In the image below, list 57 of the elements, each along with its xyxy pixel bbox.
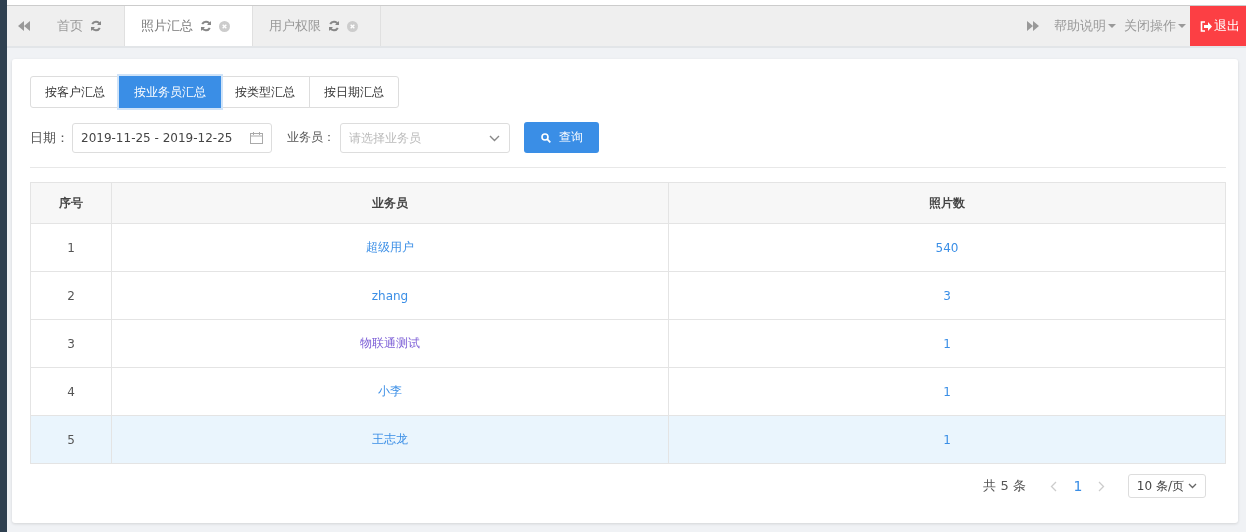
- segment-button[interactable]: 按业务员汇总: [119, 76, 221, 108]
- table-cell[interactable]: 物联通测试: [111, 319, 669, 368]
- dropdown-menu[interactable]: 关闭操作: [1120, 6, 1190, 46]
- refresh-icon[interactable]: [200, 20, 212, 32]
- date-range-field[interactable]: 2019-11-25 - 2019-12-25: [72, 122, 272, 153]
- page-tab[interactable]: 照片汇总: [125, 6, 253, 46]
- field-label: 日期：: [30, 128, 69, 147]
- table-row[interactable]: 2 zhang 3: [30, 271, 1226, 320]
- table-row[interactable]: 4 小李 1: [30, 367, 1226, 416]
- refresh-icon[interactable]: [90, 20, 102, 32]
- dropdown-menu[interactable]: 帮助说明: [1050, 6, 1120, 46]
- segment-button[interactable]: 按客户汇总: [30, 76, 120, 108]
- table-cell[interactable]: 1: [668, 415, 1226, 464]
- chevron-right-icon: [1098, 480, 1106, 492]
- sign-out-icon: [1200, 20, 1212, 32]
- logout-button[interactable]: 退出: [1190, 6, 1246, 46]
- page-number[interactable]: 1: [1065, 478, 1090, 494]
- table-row[interactable]: 5 王志龙 1: [30, 415, 1226, 464]
- chevron-down-icon: [489, 134, 500, 142]
- table-cell[interactable]: 小李: [111, 367, 669, 416]
- chevron-left-icon: [1050, 480, 1058, 492]
- table-cell: 2: [30, 271, 112, 320]
- table-cell[interactable]: 王志龙: [111, 415, 669, 464]
- tab-label: 用户权限: [269, 17, 321, 35]
- calendar-icon: [250, 131, 263, 144]
- total-count: 共 5 条: [983, 477, 1026, 495]
- column-header: 业务员: [111, 182, 669, 224]
- rewind-icon: [18, 21, 30, 31]
- salesman-select[interactable]: 请选择业务员: [340, 122, 510, 153]
- table-row[interactable]: 1 超级用户 540: [30, 223, 1226, 272]
- table-cell: 4: [30, 367, 112, 416]
- table-cell[interactable]: 540: [668, 223, 1226, 272]
- table-cell: 1: [30, 223, 112, 272]
- table-cell: 3: [30, 319, 112, 368]
- table-cell[interactable]: 1: [668, 319, 1226, 368]
- segment-button[interactable]: 按日期汇总: [309, 76, 399, 108]
- tab-label: 照片汇总: [141, 17, 193, 35]
- query-button[interactable]: 查询: [524, 122, 599, 153]
- table-cell[interactable]: 3: [668, 271, 1226, 320]
- search-icon: [540, 132, 551, 143]
- page-size-select[interactable]: 10 条/页: [1127, 474, 1206, 498]
- page-tab[interactable]: 用户权限: [253, 6, 381, 46]
- close-icon[interactable]: [219, 20, 230, 32]
- chevron-down-icon: [1188, 483, 1197, 489]
- tab-label: 首页: [57, 17, 83, 35]
- table-cell[interactable]: 超级用户: [111, 223, 669, 272]
- table-cell[interactable]: zhang: [111, 271, 669, 320]
- table-cell[interactable]: 1: [668, 367, 1226, 416]
- segment-button[interactable]: 按类型汇总: [220, 76, 310, 108]
- fast-forward-icon: [1027, 21, 1039, 31]
- column-header: 照片数: [668, 182, 1226, 224]
- table-cell: 5: [30, 415, 112, 464]
- field-label: 业务员：: [287, 129, 335, 146]
- close-icon[interactable]: [347, 20, 358, 32]
- refresh-icon[interactable]: [328, 20, 340, 32]
- table-row[interactable]: 3 物联通测试 1: [30, 319, 1226, 368]
- column-header: 序号: [30, 182, 112, 224]
